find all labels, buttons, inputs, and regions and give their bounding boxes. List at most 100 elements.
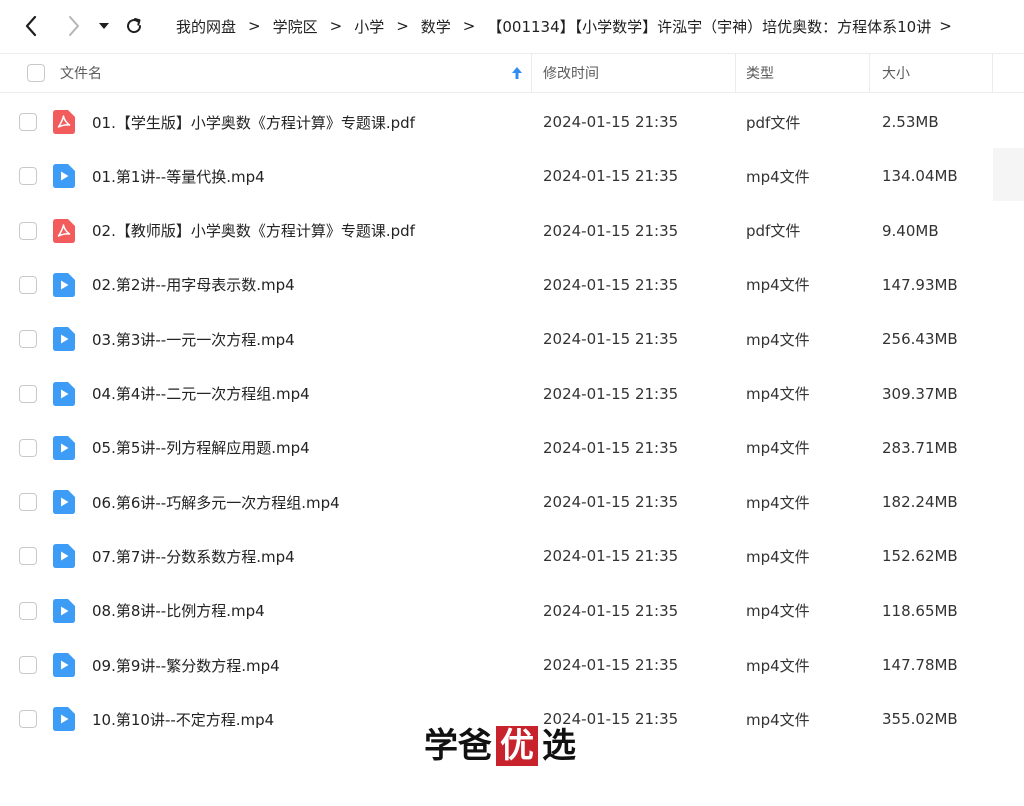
- file-modified-time: 2024-01-15 21:35: [543, 167, 679, 186]
- file-name[interactable]: 02.第2讲--用字母表示数.mp4: [92, 258, 295, 312]
- video-file-icon: [53, 490, 75, 515]
- row-checkbox[interactable]: [19, 438, 37, 457]
- file-modified-time: 2024-01-15 21:35: [543, 384, 679, 403]
- file-type: mp4文件: [746, 167, 810, 186]
- file-row[interactable]: 09.第9讲--繁分数方程.mp4 2024-01-15 21:35 mp4文件 14…: [0, 638, 1024, 692]
- row-checkbox[interactable]: [19, 710, 37, 729]
- watermark-logo: 学 爸 优 选: [424, 724, 576, 768]
- file-name[interactable]: 01.第1讲--等量代换.mp4: [92, 149, 265, 203]
- row-checkbox[interactable]: [19, 656, 37, 674]
- column-divider[interactable]: [869, 54, 870, 92]
- column-header-size[interactable]: 大小: [882, 54, 910, 92]
- file-type: mp4文件: [746, 656, 810, 675]
- row-checkbox[interactable]: [19, 493, 37, 512]
- file-row[interactable]: 07.第7讲--分数系数方程.mp4 2024-01-15 21:35 mp4文件 1…: [0, 529, 1024, 583]
- file-name[interactable]: 01.【学生版】小学奥数《方程计算》专题课.pdf: [92, 95, 415, 149]
- row-checkbox[interactable]: [19, 384, 37, 403]
- breadcrumb-item[interactable]: 【001134】【小学数学】许泓宇（宇神）培优奥数：方程体系10讲: [487, 16, 931, 37]
- back-button[interactable]: [17, 12, 45, 40]
- refresh-button[interactable]: [120, 12, 148, 40]
- video-file-icon: [53, 164, 75, 189]
- file-name[interactable]: 04.第4讲--二元一次方程组.mp4: [92, 367, 310, 421]
- file-type: mp4文件: [746, 439, 810, 458]
- file-row[interactable]: 01.第1讲--等量代换.mp4 2024-01-15 21:35 mp4文件 134…: [0, 149, 1024, 203]
- file-type: mp4文件: [746, 385, 810, 403]
- file-size: 147.78MB: [882, 656, 958, 674]
- file-name[interactable]: 09.第9讲--繁分数方程.mp4: [92, 638, 280, 692]
- file-size: 118.65MB: [882, 601, 958, 620]
- file-type: mp4文件: [746, 547, 810, 566]
- file-size: 283.71MB: [882, 438, 958, 457]
- file-name[interactable]: 02.【教师版】小学奥数《方程计算》专题课.pdf: [92, 204, 415, 258]
- video-file-icon: [53, 435, 75, 460]
- file-name[interactable]: 10.第10讲--不定方程.mp4: [92, 692, 274, 746]
- file-size: 152.62MB: [882, 547, 958, 566]
- file-row[interactable]: 06.第6讲--巧解多元一次方程组.mp4 2024-01-15 21:35 mp4…: [0, 475, 1024, 529]
- file-name[interactable]: 06.第6讲--巧解多元一次方程组.mp4: [92, 475, 340, 529]
- sort-ascending-icon[interactable]: [511, 54, 523, 92]
- select-all-checkbox[interactable]: [27, 54, 45, 92]
- video-file-icon: [53, 707, 75, 732]
- breadcrumb-item[interactable]: 数学: [421, 16, 451, 37]
- row-checkbox[interactable]: [19, 167, 37, 186]
- file-type: mp4文件: [746, 602, 810, 621]
- file-modified-time: 2024-01-15 21:35: [543, 547, 679, 566]
- file-row[interactable]: 08.第8讲--比例方程.mp4 2024-01-15 21:35 mp4文件 118…: [0, 584, 1024, 638]
- file-row[interactable]: 05.第5讲--列方程解应用题.mp4 2024-01-15 21:35 mp4文件…: [0, 421, 1024, 475]
- history-dropdown-button[interactable]: [92, 12, 116, 40]
- file-size: 147.93MB: [882, 275, 958, 294]
- breadcrumb-separator-icon: >: [462, 17, 476, 35]
- file-row[interactable]: 01.【学生版】小学奥数《方程计算》专题课.pdf 2024-01-15 21:3…: [0, 95, 1024, 149]
- breadcrumb-item[interactable]: 小学: [354, 16, 384, 37]
- caret-down-icon: [99, 23, 109, 29]
- refresh-icon: [127, 18, 142, 34]
- breadcrumb: 我的网盘 > 学院区 > 小学 > 数学 > 【001134】【小学数学】许泓宇（宇神）培优奥数…: [176, 0, 1024, 52]
- file-type: pdf文件: [746, 113, 801, 132]
- file-size: 355.02MB: [882, 710, 958, 729]
- column-header-modified[interactable]: 修改时间: [543, 54, 599, 92]
- breadcrumb-item[interactable]: 学院区: [273, 16, 318, 37]
- file-row[interactable]: 04.第4讲--二元一次方程组.mp4 2024-01-15 21:35 mp4文件…: [0, 367, 1024, 421]
- watermark-char: 学: [424, 726, 458, 766]
- breadcrumb-separator-icon: >: [248, 17, 261, 35]
- breadcrumb-separator-icon: >: [939, 17, 952, 35]
- file-size: 9.40MB: [882, 221, 939, 240]
- row-checkbox[interactable]: [19, 330, 37, 349]
- column-header-type[interactable]: 类型: [746, 54, 774, 92]
- row-checkbox[interactable]: [19, 221, 37, 240]
- file-modified-time: 2024-01-15 21:35: [543, 493, 679, 512]
- chevron-left-icon: [25, 15, 37, 37]
- column-header-name[interactable]: 文件名: [60, 54, 102, 92]
- file-name[interactable]: 03.第3讲--一元一次方程.mp4: [92, 312, 295, 366]
- navigation-bar: 我的网盘 > 学院区 > 小学 > 数学 > 【001134】【小学数学】许泓宇（宇神）培优奥数…: [0, 0, 1024, 52]
- video-file-icon: [53, 381, 75, 406]
- file-row[interactable]: 03.第3讲--一元一次方程.mp4 2024-01-15 21:35 mp4文件 2…: [0, 312, 1024, 366]
- file-type: mp4文件: [746, 493, 810, 512]
- file-name[interactable]: 05.第5讲--列方程解应用题.mp4: [92, 421, 310, 475]
- row-checkbox[interactable]: [19, 601, 37, 620]
- watermark-char: 爸: [458, 726, 492, 766]
- column-divider[interactable]: [992, 54, 993, 92]
- file-type: mp4文件: [746, 710, 810, 729]
- column-divider[interactable]: [531, 54, 532, 92]
- file-modified-time: 2024-01-15 21:35: [543, 330, 679, 349]
- file-size: 2.53MB: [882, 113, 939, 131]
- file-row[interactable]: 02.第2讲--用字母表示数.mp4 2024-01-15 21:35 mp4文件 1…: [0, 258, 1024, 312]
- file-type: mp4文件: [746, 276, 810, 295]
- video-file-icon: [53, 272, 75, 297]
- forward-button[interactable]: [60, 12, 88, 40]
- file-size: 134.04MB: [882, 167, 958, 186]
- pdf-file-icon: [53, 110, 75, 134]
- file-name[interactable]: 07.第7讲--分数系数方程.mp4: [92, 529, 295, 583]
- file-modified-time: 2024-01-15 21:35: [543, 113, 679, 131]
- breadcrumb-separator-icon: >: [396, 17, 409, 35]
- column-divider[interactable]: [735, 54, 736, 92]
- file-row[interactable]: 02.【教师版】小学奥数《方程计算》专题课.pdf 2024-01-15 21:3…: [0, 204, 1024, 258]
- breadcrumb-item[interactable]: 我的网盘: [176, 16, 236, 37]
- row-checkbox[interactable]: [19, 275, 37, 294]
- file-name[interactable]: 08.第8讲--比例方程.mp4: [92, 584, 265, 638]
- watermark-char: 选: [542, 726, 576, 766]
- row-checkbox[interactable]: [19, 113, 37, 131]
- chevron-right-icon: [69, 16, 79, 36]
- row-checkbox[interactable]: [19, 547, 37, 566]
